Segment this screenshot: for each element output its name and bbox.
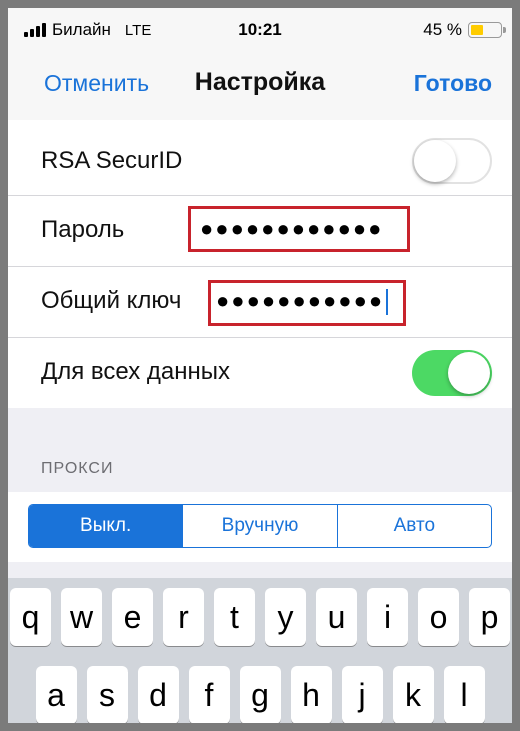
keyboard-row-2: a s d f g h j k l [8,666,512,723]
status-bar: Билайн LTE 10:21 45 % [8,8,512,48]
text-cursor [386,289,389,316]
key-g[interactable]: g [239,666,281,723]
password-row: Пароль ●●●●●●●●●●●● [8,196,512,267]
key-a[interactable]: a [35,666,77,723]
key-s[interactable]: s [86,666,128,723]
screenshot-frame: Билайн LTE 10:21 45 % Отменить Настройка… [0,0,520,731]
key-j[interactable]: j [341,666,383,723]
rsa-securid-label: RSA SecurID [41,147,183,174]
key-r[interactable]: r [163,588,204,646]
all-data-row: Для всех данных [8,338,512,408]
key-t[interactable]: t [214,588,255,646]
key-k[interactable]: k [392,666,434,723]
proxy-option-manual[interactable]: Вручную [183,505,338,547]
on-screen-keyboard: q w e r t y u i o p a s d f g h j k l [8,578,512,723]
key-y[interactable]: y [265,588,306,646]
password-label: Пароль [41,216,125,243]
rsa-securid-toggle[interactable] [412,138,492,184]
toggle-knob [414,140,456,182]
shared-key-field[interactable]: ●●●●●●●●●●● [216,288,389,316]
navigation-bar: Отменить Настройка Готово [8,48,512,121]
proxy-option-off[interactable]: Выкл. [29,505,184,547]
done-button[interactable]: Готово [414,70,492,97]
key-q[interactable]: q [10,588,51,646]
key-d[interactable]: d [137,666,179,723]
password-field[interactable]: ●●●●●●●●●●●● [200,216,383,242]
proxy-segmented-control: Выкл. Вручную Авто [28,504,492,548]
key-f[interactable]: f [188,666,230,723]
toggle-knob [448,352,490,394]
key-i[interactable]: i [367,588,408,646]
key-e[interactable]: e [112,588,153,646]
phone-screen: Билайн LTE 10:21 45 % Отменить Настройка… [8,8,512,723]
key-w[interactable]: w [61,588,102,646]
proxy-segment-container: Выкл. Вручную Авто [8,492,512,562]
key-p[interactable]: p [469,588,510,646]
key-o[interactable]: o [418,588,459,646]
key-l[interactable]: l [443,666,485,723]
keyboard-row-1: q w e r t y u i o p [8,588,512,646]
proxy-option-auto[interactable]: Авто [338,505,491,547]
battery-fill [471,25,483,35]
proxy-section-header: ПРОКСИ [41,460,114,477]
shared-key-value: ●●●●●●●●●●● [216,288,385,313]
all-data-toggle[interactable] [412,350,492,396]
shared-key-row: Общий ключ ●●●●●●●●●●● [8,267,512,338]
rsa-securid-row: RSA SecurID [8,120,512,196]
key-h[interactable]: h [290,666,332,723]
key-u[interactable]: u [316,588,357,646]
status-right: 45 % [423,20,506,40]
shared-key-label: Общий ключ [41,287,182,314]
battery-icon [468,22,506,38]
vpn-settings-group: RSA SecurID Пароль ●●●●●●●●●●●● Общий кл… [8,120,512,408]
battery-percent: 45 % [423,20,462,39]
all-data-label: Для всех данных [41,358,230,385]
